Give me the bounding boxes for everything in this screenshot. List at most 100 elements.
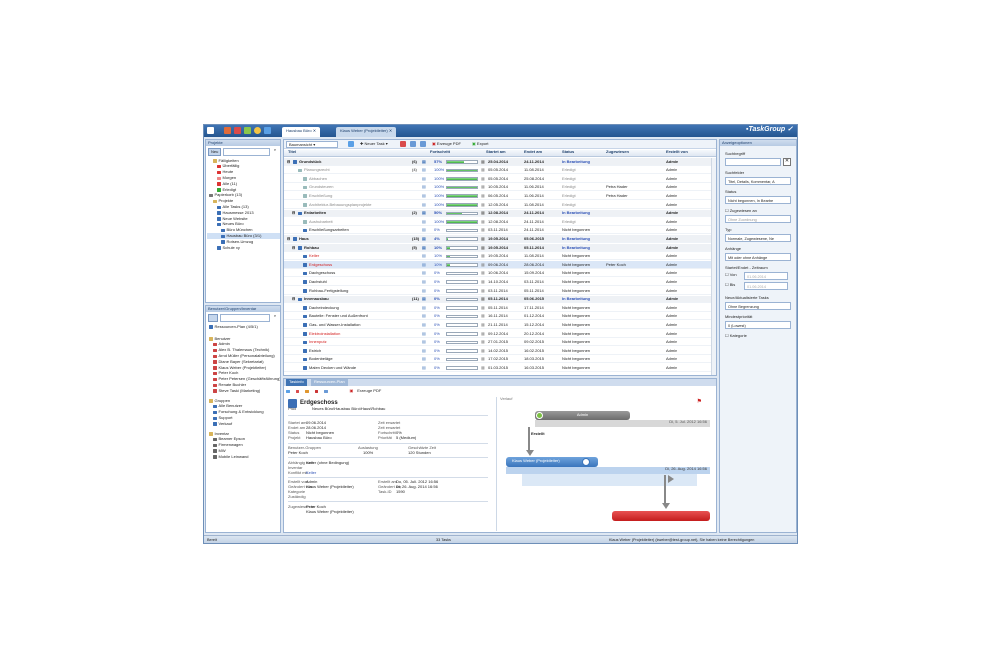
assigned-filter-label[interactable]: ☐ Zugewiesen an [725,208,757,214]
view-select[interactable]: Baumansicht ▾ [286,141,338,148]
export-button[interactable]: ▣ Export [472,141,488,147]
note-icon[interactable]: ▤ [422,332,426,337]
table-row[interactable]: Erschließungsarbeiten ▤ 0% ▦ 03.11.2014 24.11… [284,227,716,235]
move-icon[interactable] [324,389,328,394]
note-icon[interactable]: ▤ [422,340,426,345]
note-icon[interactable]: ▤ [422,271,426,276]
note-icon[interactable]: ▤ [422,366,426,371]
priority-filter-select[interactable]: 0 (Lowest) [725,321,791,329]
table-row[interactable]: Dachgeschoss ▤ 0% ▦ 10.06.2014 15.09.2014 Nich… [284,270,716,278]
users-search-input[interactable] [220,314,270,322]
note-icon[interactable]: ▤ [422,357,426,362]
note-icon[interactable]: ▤ [422,177,426,182]
note-icon[interactable]: ▤ [422,160,426,165]
flow-node-admin[interactable]: Admin [535,411,630,420]
delete-icon[interactable] [234,127,241,134]
pdf-button[interactable]: ▣ Erzeuge PDF [432,141,461,147]
bis-date-input[interactable]: 01.06.2014 [744,282,788,290]
clear-icon[interactable]: ✕ [783,158,791,166]
users-new-button[interactable] [208,314,218,322]
von-date-input[interactable]: 01.06.2014 [744,272,788,280]
expand-icon[interactable]: ⊟ [287,237,290,242]
note-icon[interactable]: ▤ [422,349,426,354]
table-row[interactable]: ⊟ Innenausbau (11) ▤ 0% ▦ 05.11.2014 05.06.2015… [284,295,716,304]
attach-filter-select[interactable]: Mit oder ohne Anhänge [725,253,791,261]
note-icon[interactable]: ▤ [422,263,426,268]
note-icon[interactable]: ▤ [422,306,426,311]
delete-task-icon[interactable] [400,141,406,147]
note-icon[interactable]: ▤ [422,228,426,233]
col-assigned[interactable]: Zugewiesen [606,149,629,156]
note-icon[interactable]: ▤ [422,211,426,216]
note-icon[interactable]: ▤ [422,297,426,302]
refresh-icon[interactable] [244,127,251,134]
table-row[interactable]: Gas- und Wasser-Installation ▤ 0% ▦ 21.11.20… [284,321,716,329]
table-row[interactable]: Dacheindeckung ▤ 0% ▦ 05.11.2014 17.11.2014 Ni… [284,304,716,312]
table-row[interactable]: ⊟ Rohbau (5) ▤ 10% ▦ 19.05.2014 05.11.2014 In Be… [284,244,716,252]
note-icon[interactable]: ▤ [422,323,426,328]
expand-icon[interactable]: ⊟ [292,297,295,302]
flow-node-next[interactable] [612,511,710,521]
delete-icon[interactable] [295,389,299,394]
expand-icon[interactable]: ⊟ [287,160,290,165]
note-icon[interactable]: ▤ [422,314,426,319]
type-filter-select[interactable]: Normale, Zugewiesene, Ne [725,234,791,242]
project-tree-item[interactable]: Schule xy [207,245,280,251]
expand-icon[interactable]: ⊟ [292,246,295,251]
table-row[interactable]: Malen Decken und Wände ▤ 0% ▦ 01.03.2015 16.0… [284,364,716,372]
tab-resource-plan[interactable]: Ressourcen-Plan [311,379,348,386]
table-row[interactable]: ⊟ Erdarbeiten (2) ▤ 50% ▦ 12.08.2014 24.11.2014… [284,209,716,218]
note-icon[interactable]: ▤ [422,237,426,242]
note-icon[interactable]: ▤ [422,289,426,294]
edit-icon[interactable] [348,141,354,147]
table-row[interactable]: ⊟ Haus (15) ▤ 4% ▦ 19.05.2014 05.06.2015 In Bear… [284,235,716,243]
search-icon[interactable]: ⌕ [272,147,278,156]
project-search-input[interactable] [223,148,270,156]
assigned-filter-select[interactable]: Ohne Zuordnung [725,215,791,223]
move-up-icon[interactable] [410,141,416,147]
detail-pdf-button[interactable]: Erzeuge PDF [357,389,381,394]
table-row[interactable]: Planungsrecht (4) ▤ 100% ▦ 05.05.2014 11.08.20… [284,167,716,175]
expand-icon[interactable]: ⊟ [292,211,295,216]
note-icon[interactable]: ▤ [422,246,426,251]
col-status[interactable]: Status [562,149,574,156]
filter-search-input[interactable] [725,158,781,166]
table-row[interactable]: Grundsteuren ▤ 100% ▦ 10.05.2014 11.06.2014 Er… [284,184,716,192]
note-icon[interactable]: ▤ [422,168,426,173]
note-icon[interactable]: ▤ [422,185,426,190]
table-row[interactable]: Rohbau-Fertigstellung ▤ 0% ▦ 03.11.2014 05.11… [284,287,716,295]
von-checkbox[interactable]: ☐ Von [725,272,737,278]
note-icon[interactable]: ▤ [422,220,426,225]
col-progress[interactable]: Fortschritt [430,149,450,156]
table-row[interactable]: Erschließung ▤ 100% ▦ 06.05.2014 11.06.2014 Er… [284,192,716,200]
resource-plan-link[interactable]: Ressourcen-Plan (4/5/1) [207,324,258,330]
comment-icon[interactable] [305,389,309,394]
table-row[interactable]: Elektroinstallation ▤ 0% ▦ 09.12.2014 20.12.2… [284,330,716,338]
grid-scrollbar[interactable] [711,158,716,375]
col-end[interactable]: Endet am [524,149,542,156]
search-icon[interactable]: ⌕ [272,313,278,322]
table-row[interactable]: Abbachen ▤ 100% ▦ 05.05.2014 25.08.2014 Erledi… [284,175,716,183]
flag-icon[interactable] [314,389,318,394]
bis-checkbox[interactable]: ☐ Bis [725,282,735,288]
note-icon[interactable]: ▤ [422,280,426,285]
note-icon[interactable]: ▤ [422,254,426,259]
recent-filter-select[interactable]: Ohne Begrenzung [725,302,791,310]
tab-hausbau-buero[interactable]: Hausbau Büro ✕ [282,127,321,137]
search-fields-select[interactable]: Titel, Details, Kommentar, A [725,177,791,185]
note-icon[interactable]: ▤ [422,203,426,208]
tab-klaus-weber[interactable]: Klaus Weber (Projektleiter) ✕ [336,127,397,137]
col-created[interactable]: Erstellt von [666,149,688,156]
edit-icon[interactable] [286,389,290,394]
new-icon[interactable] [224,127,231,134]
table-row[interactable]: Erdgeschoss ▤ 10% ▦ 09.06.2014 28.06.2014 Nich… [284,261,716,269]
table-row[interactable]: Innenputz ▤ 0% ▦ 27.01.2015 09.02.2015 Nicht b… [284,339,716,347]
table-row[interactable]: ⊟ Grundstück (6) ▤ 57% ▦ 25.04.2014 24.11.2014 I… [284,158,716,166]
table-row[interactable]: Aushubarbeit ▤ 100% ▦ 12.08.2014 24.11.2014 Er… [284,218,716,226]
settings-icon[interactable] [254,127,261,134]
note-icon[interactable]: ▤ [422,194,426,199]
table-row[interactable]: Keller ▤ 10% ▦ 19.05.2014 11.08.2014 Nicht beg… [284,253,716,261]
col-start[interactable]: Startet am [486,149,506,156]
tab-taskinfo[interactable]: Taskinfo [286,379,307,386]
move-down-icon[interactable] [420,141,426,147]
